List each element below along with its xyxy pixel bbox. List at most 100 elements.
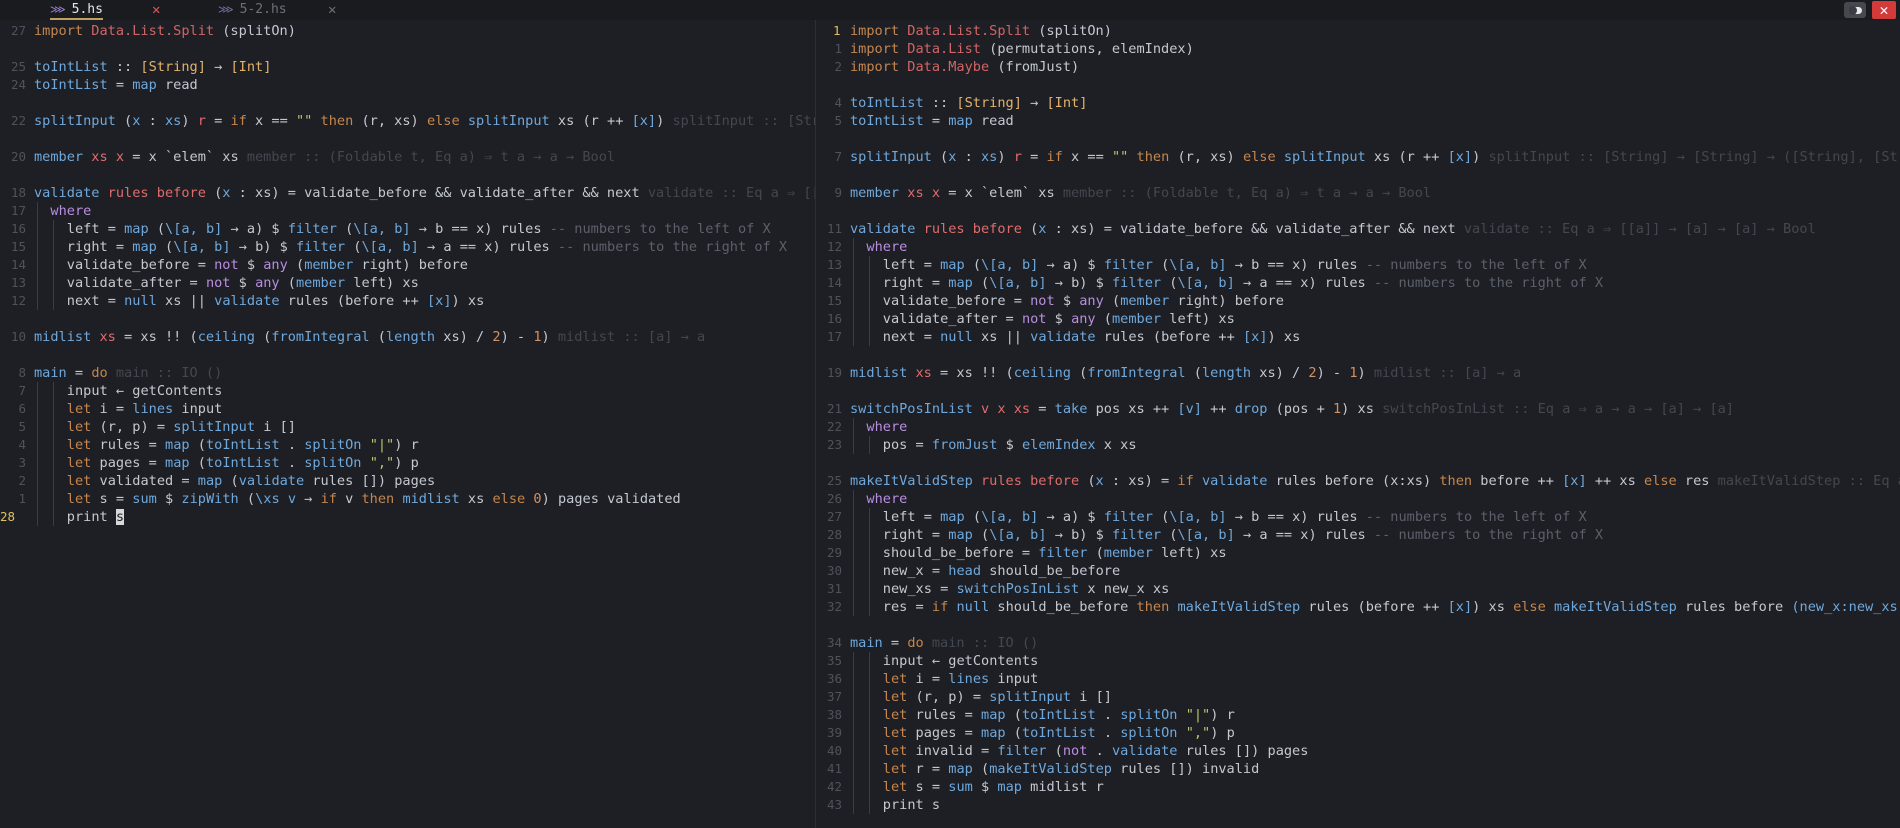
tab-5-hs[interactable]: ⋙ 5.hs [50, 0, 103, 20]
code-line[interactable]: should_be_before = filter (member left) … [883, 544, 1227, 562]
code-line[interactable]: import Data.List.Split (splitOn) [850, 22, 1112, 40]
code-line[interactable]: validate_before = not $ any (member righ… [883, 292, 1284, 310]
code-line[interactable]: let validated = map (validate rules []) … [67, 472, 435, 490]
code-token: midlist r [1021, 779, 1104, 795]
code-line[interactable]: let i = lines input [67, 400, 223, 418]
code-line[interactable]: toIntList :: [String] → [Int] [34, 58, 271, 76]
code-line[interactable]: member xs x = x `elem` xs member :: (Fol… [850, 184, 1431, 202]
code-line[interactable]: input ← getContents [883, 652, 1039, 670]
line-number [0, 40, 26, 58]
code-line[interactable]: validate rules before (x : xs) = validat… [34, 184, 815, 202]
code-line[interactable]: makeItValidStep rules before (x : xs) = … [850, 472, 1900, 490]
code-token: ceiling [197, 329, 255, 345]
code-line[interactable]: toIntList = map read [850, 112, 1014, 130]
code-token: [String] [140, 59, 206, 75]
line-number: 28 [826, 527, 842, 542]
code-line[interactable]: new_x = head should_be_before [883, 562, 1120, 580]
code-line[interactable]: new_xs = switchPosInList x new_x xs [883, 580, 1169, 598]
code-line[interactable]: main = do main :: IO () [850, 634, 1038, 652]
code-line[interactable]: toIntList :: [String] → [Int] [850, 94, 1087, 112]
code-line[interactable]: let rules = map (toIntList . splitOn "|"… [67, 436, 419, 454]
code-line[interactable]: next = null xs || validate rules (before… [883, 328, 1300, 346]
code-line[interactable]: midlist xs = xs !! (ceiling (fromIntegra… [850, 364, 1521, 382]
code-line[interactable]: validate_after = not $ any (member left)… [883, 310, 1235, 328]
close-tab-icon[interactable]: ✕ [152, 0, 160, 20]
right-editor-pane[interactable]: 1 import Data.List.Split (splitOn) 1 import… [816, 20, 1900, 828]
code-token: ( [189, 455, 206, 471]
code-line[interactable]: where [866, 238, 907, 256]
code-token: ( [336, 221, 354, 237]
code-token: splitInput [989, 689, 1072, 705]
code-line[interactable]: right = map (\[a, b] → b) $ filter (\[a,… [883, 274, 1603, 292]
indent-guide [53, 400, 55, 418]
code-line[interactable]: where [50, 202, 91, 220]
code-token: ( [238, 491, 256, 507]
code-line[interactable]: let i = lines input [883, 670, 1039, 688]
indent-guide [37, 400, 38, 418]
left-editor-pane[interactable]: 27 import Data.List.Split (splitOn) 25 toIn… [0, 20, 815, 828]
code-line[interactable]: let s = sum $ zipWith (\xs v → if v then… [67, 490, 681, 508]
code-line[interactable]: print s [67, 508, 125, 526]
code-line[interactable]: main = do main :: IO () [34, 364, 222, 382]
code-line[interactable]: validate_after = not $ any (member left)… [67, 274, 419, 292]
toggle-theme-icon[interactable] [1844, 2, 1866, 18]
line-number: 20 [10, 149, 26, 164]
code-token: ) xs [1341, 401, 1383, 417]
code-line[interactable]: let rules = map (toIntList . splitOn "|"… [883, 706, 1235, 724]
tab-5-2-hs[interactable]: ⋙ 5-2.hs [218, 0, 287, 20]
code-line[interactable]: splitInput (x : xs) r = if x == "" then … [34, 112, 815, 130]
indent-guide [853, 418, 854, 436]
line-number [816, 76, 842, 94]
code-line[interactable]: member xs x = x `elem` xs member :: (Fol… [34, 148, 615, 166]
code-line[interactable]: where [866, 418, 907, 436]
code-line[interactable]: toIntList = map read [34, 76, 198, 94]
code-line[interactable]: res = if null should_be_before then make… [883, 598, 1900, 616]
code-line[interactable]: right = map (\[a, b] → b) $ filter (\[a,… [883, 526, 1603, 544]
code-token: rules = [91, 437, 166, 453]
code-token: splitInput :: [String] → [String] → ([St… [1488, 149, 1898, 165]
code-line[interactable]: left = map (\[a, b] → a) $ filter (\[a, … [883, 256, 1587, 274]
code-line[interactable]: let s = sum $ map midlist r [883, 778, 1104, 796]
code-token: "," [369, 455, 395, 471]
code-line[interactable]: print s [883, 796, 940, 814]
line-number: 39 [826, 725, 842, 740]
code-line[interactable]: left = map (\[a, b] → a) $ filter (\[a, … [883, 508, 1587, 526]
code-token: let [882, 725, 908, 741]
indent-guide [853, 292, 854, 310]
code-line[interactable]: left = map (\[a, b] → a) $ filter (\[a, … [67, 220, 771, 238]
code-line[interactable]: midlist xs = xs !! (ceiling (fromIntegra… [34, 328, 705, 346]
code-line[interactable]: let pages = map (toIntList . splitOn ","… [67, 454, 419, 472]
code-line[interactable]: splitInput (x : xs) r = if x == "" then … [850, 148, 1898, 166]
code-line[interactable]: import Data.List (permutations, elemInde… [850, 40, 1194, 58]
indent-guide [53, 274, 55, 292]
close-tab-icon[interactable]: ✕ [328, 0, 336, 20]
code-line[interactable]: validate_before = not $ any (member righ… [67, 256, 468, 274]
code-line[interactable]: pos = fromJust $ elemIndex x xs [883, 436, 1137, 454]
code-token: xs [164, 113, 182, 129]
code-line[interactable]: let invalid = filter (not . validate rul… [883, 742, 1309, 760]
code-line[interactable]: let r = map (makeItValidStep rules []) i… [883, 760, 1260, 778]
haskell-icon: ⋙ [218, 3, 234, 16]
code-line[interactable]: import Data.List.Split (splitOn) [34, 22, 296, 40]
code-line[interactable]: let (r, p) = splitInput i [] [883, 688, 1112, 706]
indent-guide [37, 472, 38, 490]
code-line[interactable]: switchPosInList v x xs = take pos xs ++ … [850, 400, 1734, 418]
code-token: (new_x:new_xs) [1791, 599, 1900, 615]
window-close-button[interactable]: ✕ [1872, 1, 1896, 19]
code-token: where [866, 419, 908, 435]
code-line[interactable]: validate rules before (x : xs) = validat… [850, 220, 1816, 238]
code-line[interactable]: let (r, p) = splitInput i [] [67, 418, 296, 436]
code-line[interactable]: let pages = map (toIntList . splitOn ","… [883, 724, 1235, 742]
line-number: 7 [18, 383, 26, 398]
line-number: 22 [826, 419, 842, 434]
code-line[interactable]: where [866, 490, 907, 508]
code-token: makeItValidStep [850, 473, 973, 489]
code-line[interactable]: input ← getContents [67, 382, 223, 400]
code-token: → a) $ [1038, 509, 1104, 525]
code-line[interactable]: next = null xs || validate rules (before… [67, 292, 484, 310]
line-number: 5 [18, 419, 26, 434]
code-token: ) pages validated [541, 491, 681, 507]
code-line[interactable]: right = map (\[a, b] → b) $ filter (\[a,… [67, 238, 787, 256]
code-line[interactable]: import Data.Maybe (fromJust) [850, 58, 1079, 76]
